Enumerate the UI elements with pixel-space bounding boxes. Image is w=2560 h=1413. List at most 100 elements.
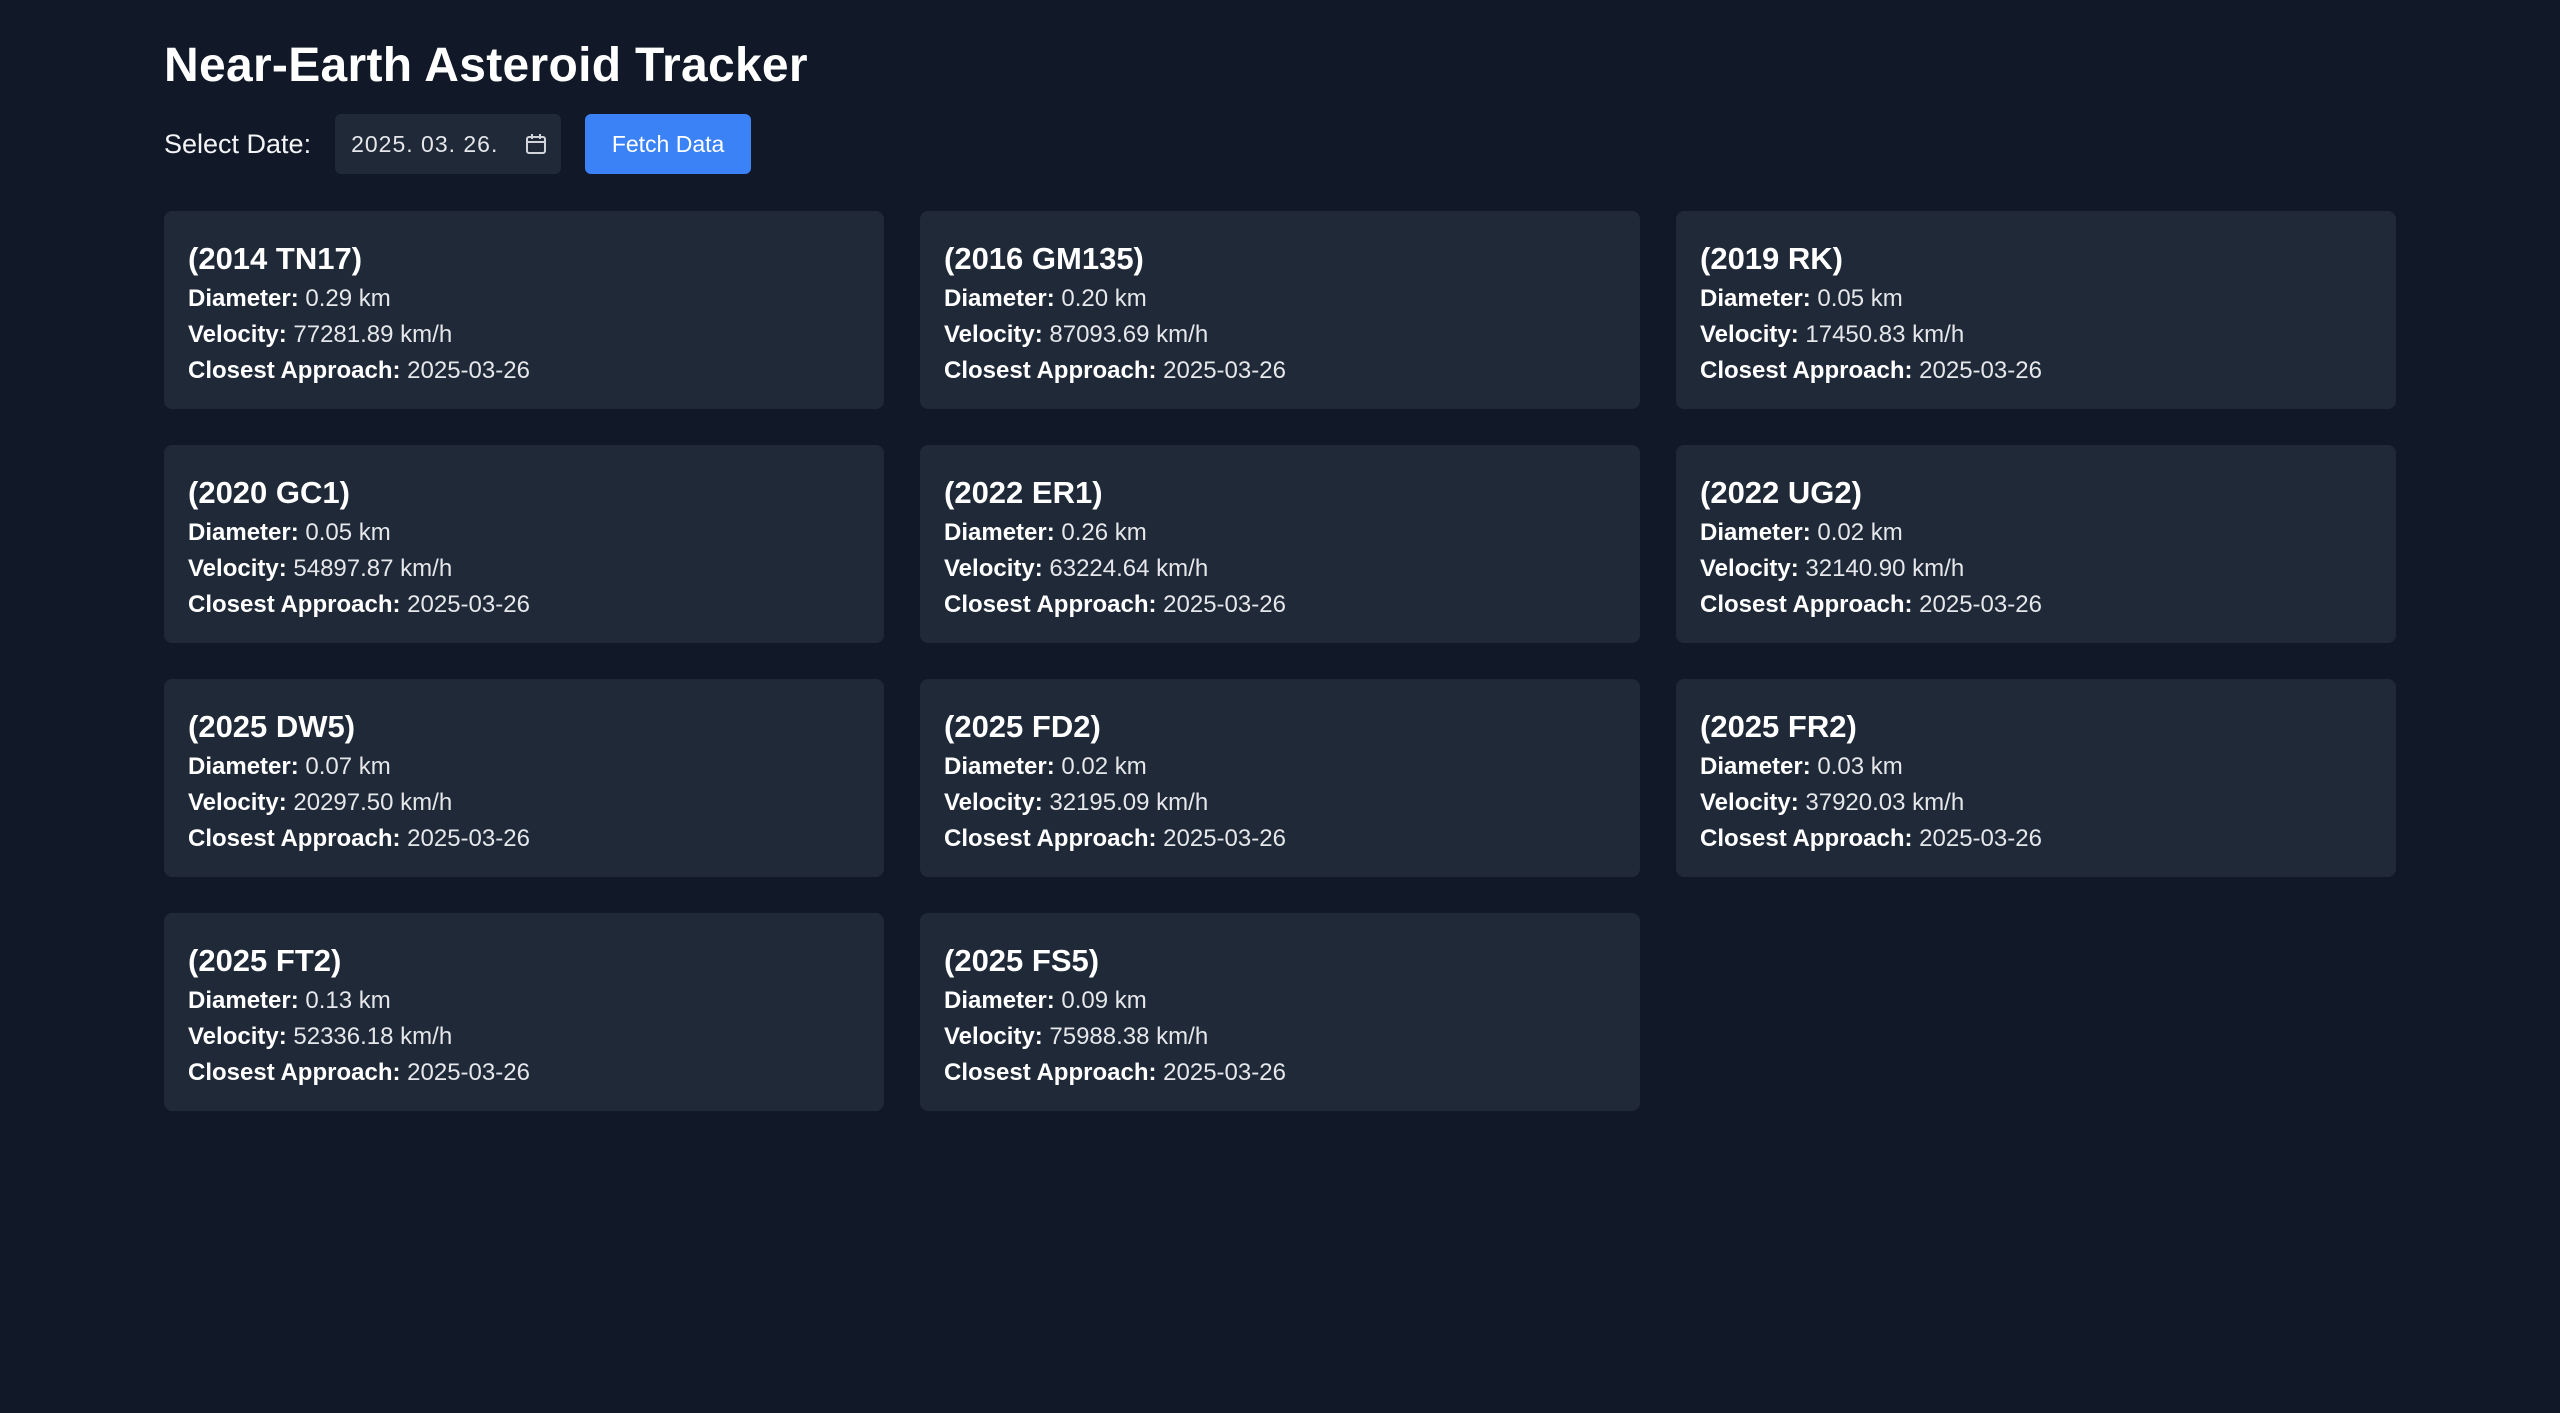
- velocity-label: Velocity:: [188, 321, 287, 348]
- diameter-row: Diameter: 0.09 km: [944, 983, 1616, 1019]
- asteroid-card: (2022 ER1) Diameter: 0.26 km Velocity: 632…: [920, 445, 1640, 643]
- diameter-value: 0.09 km: [1061, 987, 1147, 1014]
- velocity-label: Velocity:: [944, 321, 1043, 348]
- closest-approach-label: Closest Approach:: [188, 591, 401, 618]
- velocity-value: 17450.83 km/h: [1805, 321, 1965, 348]
- velocity-row: Velocity: 32195.09 km/h: [944, 785, 1616, 821]
- diameter-row: Diameter: 0.05 km: [188, 515, 860, 551]
- diameter-label: Diameter:: [1700, 753, 1811, 780]
- velocity-label: Velocity:: [944, 789, 1043, 816]
- closest-approach-value: 2025-03-26: [407, 825, 530, 852]
- closest-approach-value: 2025-03-26: [1163, 1059, 1286, 1086]
- velocity-value: 52336.18 km/h: [293, 1023, 453, 1050]
- velocity-row: Velocity: 17450.83 km/h: [1700, 317, 2372, 353]
- date-input[interactable]: 2025. 03. 26.: [335, 114, 562, 174]
- date-value[interactable]: 2025. 03. 26.: [351, 131, 498, 158]
- closest-approach-label: Closest Approach:: [188, 825, 401, 852]
- closest-approach-row: Closest Approach: 2025-03-26: [944, 821, 1616, 857]
- diameter-value: 0.20 km: [1061, 285, 1147, 312]
- diameter-row: Diameter: 0.02 km: [1700, 515, 2372, 551]
- velocity-value: 77281.89 km/h: [293, 321, 453, 348]
- asteroid-name: (2025 FR2): [1700, 709, 1857, 744]
- asteroid-name: (2025 FS5): [944, 943, 1100, 978]
- velocity-row: Velocity: 20297.50 km/h: [188, 785, 860, 821]
- closest-approach-value: 2025-03-26: [1163, 825, 1286, 852]
- diameter-row: Diameter: 0.26 km: [944, 515, 1616, 551]
- asteroid-card: (2025 FR2) Diameter: 0.03 km Velocity: 379…: [1676, 679, 2396, 877]
- velocity-row: Velocity: 54897.87 km/h: [188, 551, 860, 587]
- diameter-value: 0.07 km: [305, 753, 391, 780]
- diameter-label: Diameter:: [944, 285, 1055, 312]
- velocity-row: Velocity: 32140.90 km/h: [1700, 551, 2372, 587]
- diameter-value: 0.02 km: [1061, 753, 1147, 780]
- closest-approach-label: Closest Approach:: [1700, 591, 1913, 618]
- diameter-value: 0.13 km: [305, 987, 391, 1014]
- closest-approach-value: 2025-03-26: [407, 591, 530, 618]
- diameter-value: 0.29 km: [305, 285, 391, 312]
- asteroid-name: (2019 RK): [1700, 241, 1843, 276]
- velocity-value: 20297.50 km/h: [293, 789, 453, 816]
- asteroid-card: (2025 FD2) Diameter: 0.02 km Velocity: 321…: [920, 679, 1640, 877]
- closest-approach-row: Closest Approach: 2025-03-26: [1700, 353, 2372, 389]
- closest-approach-value: 2025-03-26: [1919, 825, 2042, 852]
- closest-approach-value: 2025-03-26: [407, 357, 530, 384]
- closest-approach-label: Closest Approach:: [944, 591, 1157, 618]
- velocity-row: Velocity: 75988.38 km/h: [944, 1019, 1616, 1055]
- diameter-value: 0.05 km: [1817, 285, 1903, 312]
- asteroid-card: (2025 FS5) Diameter: 0.09 km Velocity: 759…: [920, 913, 1640, 1111]
- diameter-value: 0.03 km: [1817, 753, 1903, 780]
- asteroid-name: (2025 FD2): [944, 709, 1101, 744]
- velocity-label: Velocity:: [944, 1023, 1043, 1050]
- diameter-label: Diameter:: [1700, 285, 1811, 312]
- closest-approach-value: 2025-03-26: [1163, 357, 1286, 384]
- asteroid-name: (2014 TN17): [188, 241, 363, 276]
- velocity-label: Velocity:: [1700, 789, 1799, 816]
- diameter-label: Diameter:: [188, 987, 299, 1014]
- velocity-value: 32195.09 km/h: [1049, 789, 1209, 816]
- closest-approach-label: Closest Approach:: [944, 825, 1157, 852]
- diameter-value: 0.26 km: [1061, 519, 1147, 546]
- calendar-icon[interactable]: [525, 133, 547, 155]
- asteroid-name: (2022 ER1): [944, 475, 1103, 510]
- diameter-label: Diameter:: [944, 519, 1055, 546]
- closest-approach-row: Closest Approach: 2025-03-26: [188, 353, 860, 389]
- diameter-label: Diameter:: [188, 753, 299, 780]
- asteroid-card: (2025 FT2) Diameter: 0.13 km Velocity: 523…: [164, 913, 884, 1111]
- diameter-label: Diameter:: [944, 753, 1055, 780]
- fetch-data-button[interactable]: Fetch Data: [585, 114, 752, 174]
- asteroid-name: (2025 FT2): [188, 943, 342, 978]
- asteroid-card: (2025 DW5) Diameter: 0.07 km Velocity: 202…: [164, 679, 884, 877]
- diameter-row: Diameter: 0.03 km: [1700, 749, 2372, 785]
- velocity-label: Velocity:: [188, 1023, 287, 1050]
- diameter-row: Diameter: 0.20 km: [944, 281, 1616, 317]
- asteroid-card: (2022 UG2) Diameter: 0.02 km Velocity: 321…: [1676, 445, 2396, 643]
- closest-approach-row: Closest Approach: 2025-03-26: [188, 1055, 860, 1091]
- asteroid-card: (2016 GM135) Diameter: 0.20 km Velocity: 8…: [920, 211, 1640, 409]
- diameter-row: Diameter: 0.13 km: [188, 983, 860, 1019]
- closest-approach-row: Closest Approach: 2025-03-26: [944, 1055, 1616, 1091]
- diameter-row: Diameter: 0.07 km: [188, 749, 860, 785]
- velocity-row: Velocity: 63224.64 km/h: [944, 551, 1616, 587]
- diameter-label: Diameter:: [188, 285, 299, 312]
- asteroid-card: (2014 TN17) Diameter: 0.29 km Velocity: 77…: [164, 211, 884, 409]
- closest-approach-row: Closest Approach: 2025-03-26: [944, 353, 1616, 389]
- velocity-label: Velocity:: [188, 789, 287, 816]
- closest-approach-value: 2025-03-26: [1163, 591, 1286, 618]
- closest-approach-row: Closest Approach: 2025-03-26: [188, 821, 860, 857]
- asteroid-name: (2022 UG2): [1700, 475, 1862, 510]
- closest-approach-label: Closest Approach:: [944, 357, 1157, 384]
- asteroid-card: (2019 RK) Diameter: 0.05 km Velocity: 1745…: [1676, 211, 2396, 409]
- closest-approach-label: Closest Approach:: [944, 1059, 1157, 1086]
- velocity-value: 32140.90 km/h: [1805, 555, 1965, 582]
- closest-approach-row: Closest Approach: 2025-03-26: [1700, 821, 2372, 857]
- diameter-value: 0.05 km: [305, 519, 391, 546]
- asteroid-card: (2020 GC1) Diameter: 0.05 km Velocity: 548…: [164, 445, 884, 643]
- velocity-label: Velocity:: [1700, 555, 1799, 582]
- velocity-row: Velocity: 77281.89 km/h: [188, 317, 860, 353]
- velocity-value: 87093.69 km/h: [1049, 321, 1209, 348]
- closest-approach-value: 2025-03-26: [407, 1059, 530, 1086]
- closest-approach-row: Closest Approach: 2025-03-26: [1700, 587, 2372, 623]
- page-title: Near-Earth Asteroid Tracker: [164, 39, 808, 92]
- app-container: Near-Earth Asteroid Tracker Select Date:…: [164, 38, 2396, 1111]
- closest-approach-row: Closest Approach: 2025-03-26: [944, 587, 1616, 623]
